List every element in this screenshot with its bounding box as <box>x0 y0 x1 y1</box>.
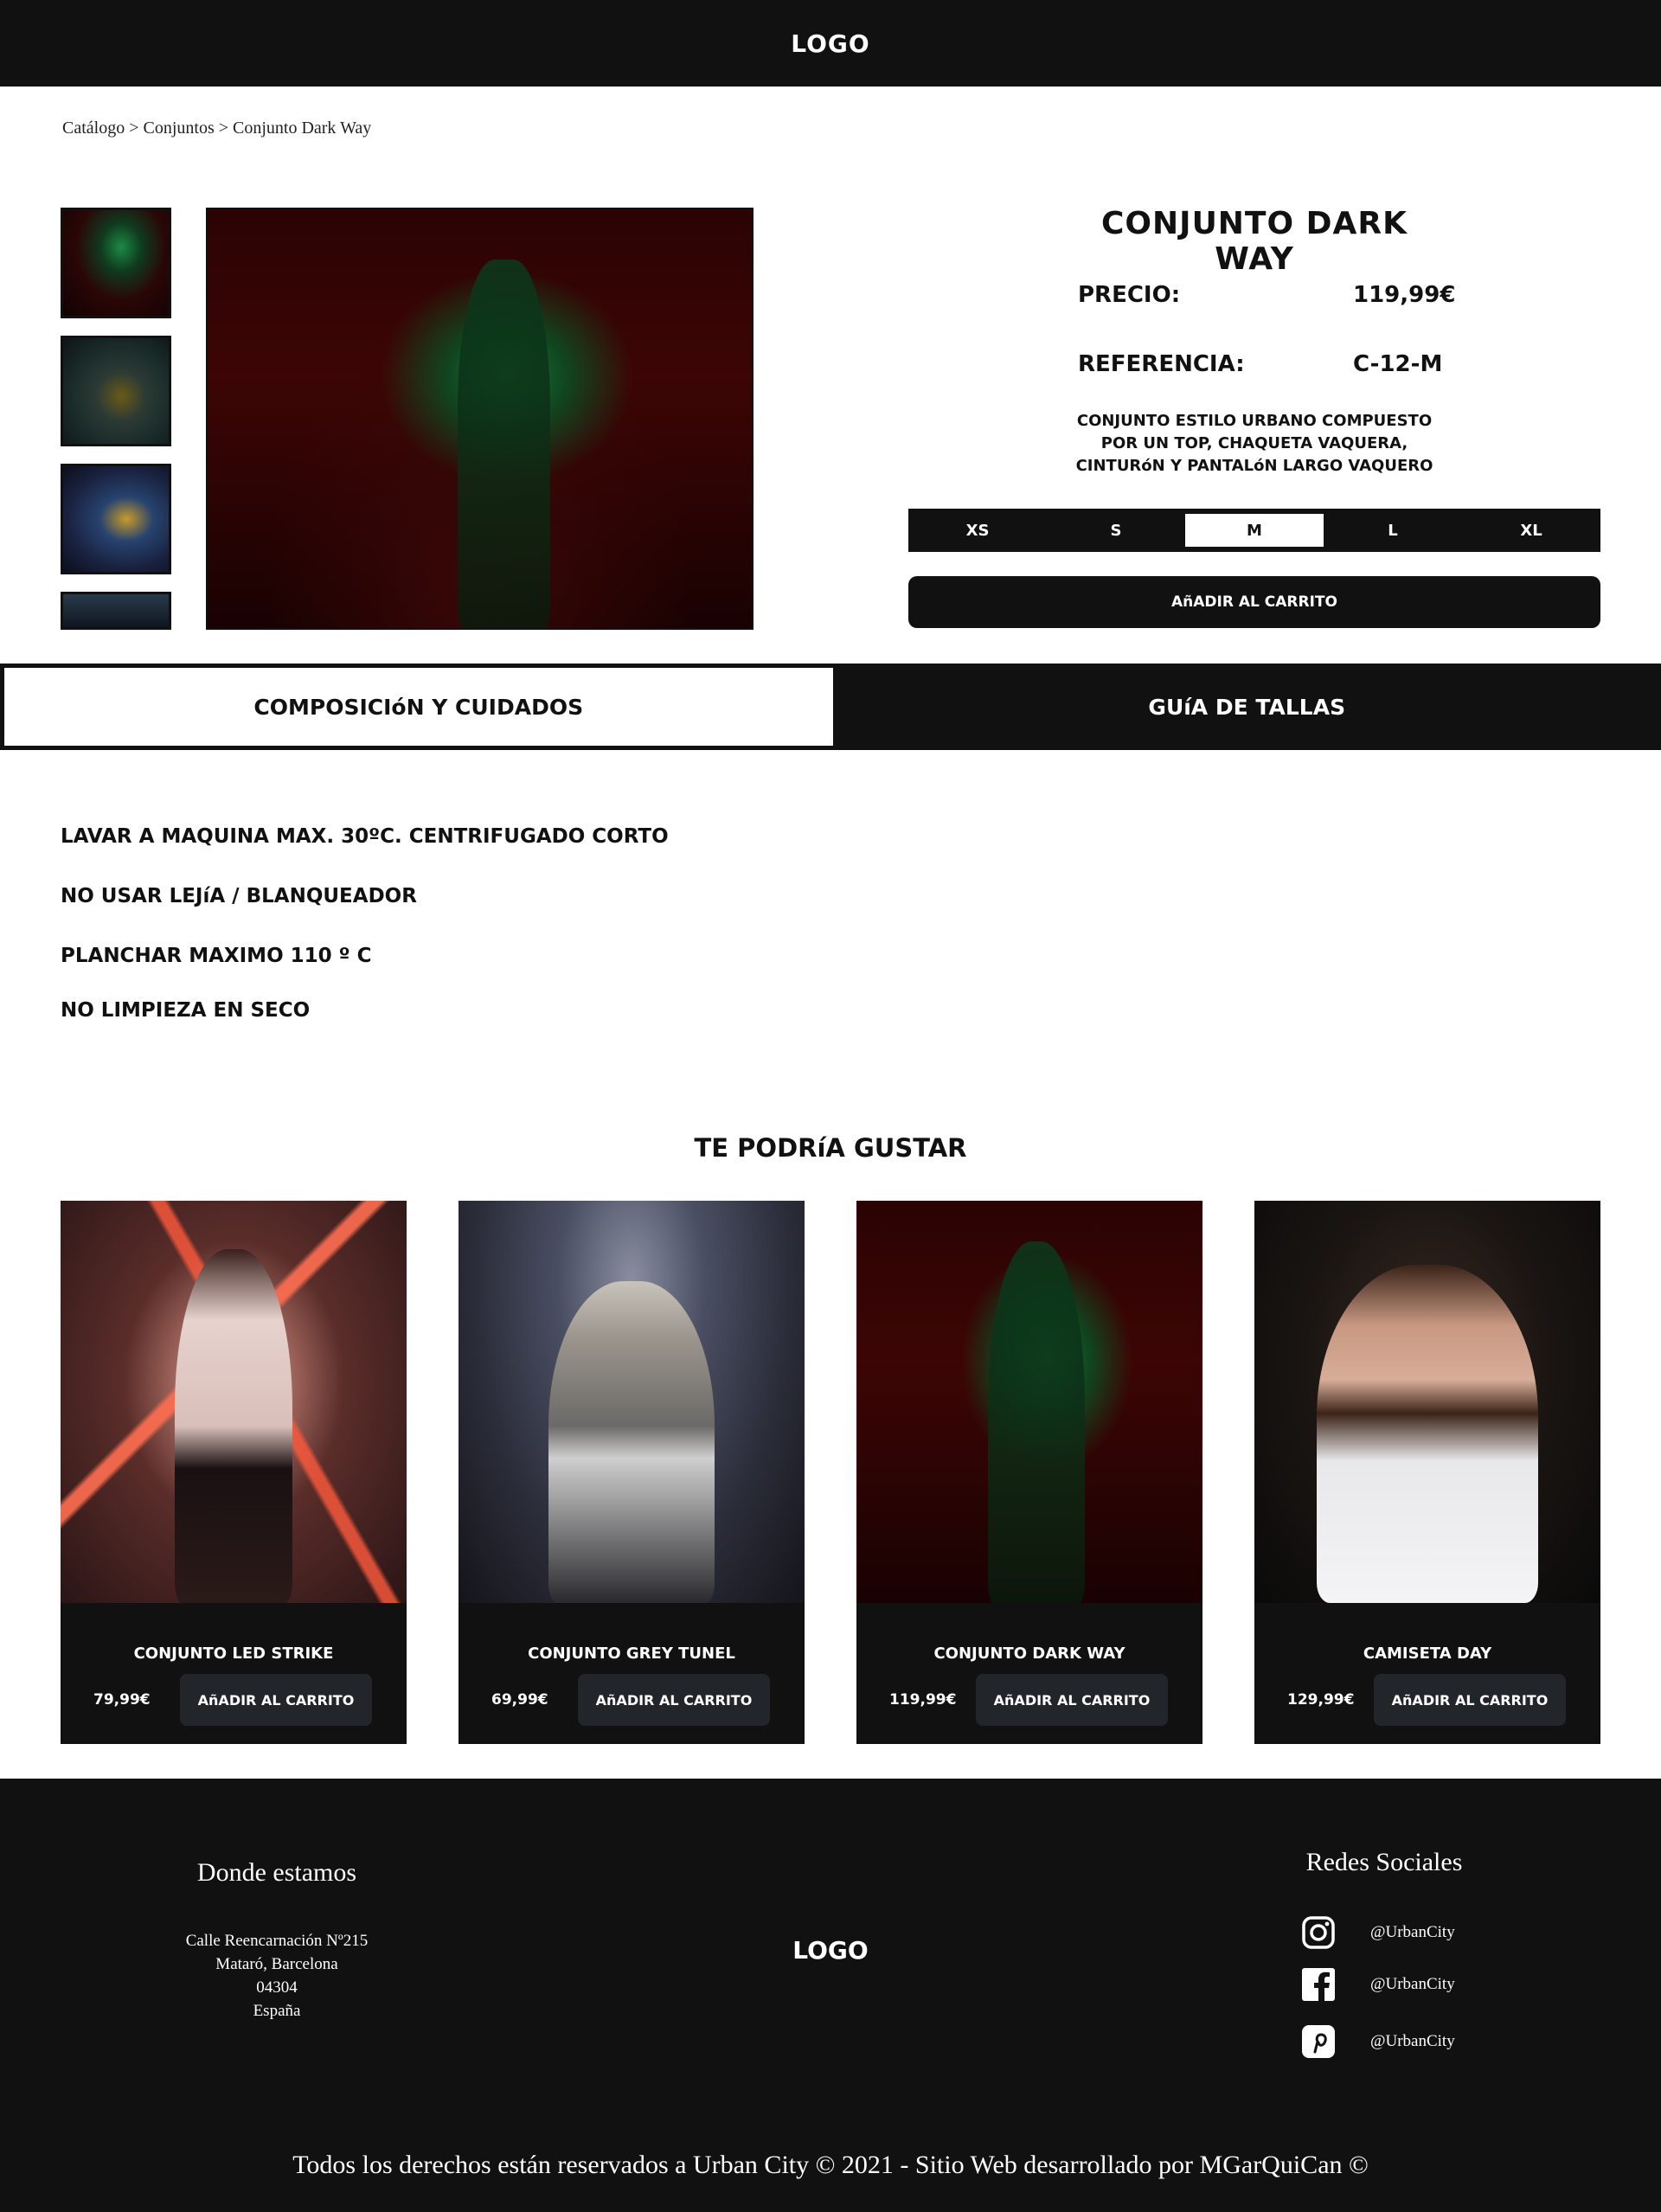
product-card-name[interactable]: CONJUNTO LED STRIKE <box>61 1645 407 1663</box>
top-bar: LOGO <box>0 0 1661 87</box>
product-card[interactable]: CONJUNTO LED STRIKE 79,99€ AñADIR AL CAR… <box>61 1201 407 1744</box>
social-handle[interactable]: @UrbanCity <box>1370 1923 1455 1942</box>
social-link-facebook[interactable]: @UrbanCity <box>1301 1967 1455 2002</box>
copyright: Todos los derechos están reservados a Ur… <box>292 2151 1369 2179</box>
social-handle[interactable]: @UrbanCity <box>1370 1975 1455 1994</box>
product-thumbnail-3[interactable] <box>61 464 171 574</box>
product-card[interactable]: CONJUNTO DARK WAY 119,99€ AñADIR AL CARR… <box>856 1201 1202 1744</box>
care-instruction: NO LIMPIEZA EN SECO <box>61 999 311 1022</box>
description-line: CONJUNTO ESTILO URBANO COMPUESTO <box>1076 412 1433 430</box>
product-card-add-to-cart-button[interactable]: AñADIR AL CARRITO <box>180 1674 372 1726</box>
model-figure <box>175 1248 292 1603</box>
care-instruction: NO USAR LEJíA / BLANQUEADOR <box>61 885 417 907</box>
social-link-pinterest[interactable]: @UrbanCity <box>1301 2024 1455 2059</box>
size-m-button[interactable]: M <box>1185 514 1324 547</box>
product-main-photo <box>206 208 754 630</box>
size-l-button[interactable]: L <box>1324 509 1462 552</box>
social-handle[interactable]: @UrbanCity <box>1370 2032 1455 2051</box>
size-selector: XS S M L XL <box>908 509 1600 552</box>
product-card-name[interactable]: CAMISETA DAY <box>1254 1645 1600 1663</box>
product-thumbnail-1[interactable] <box>61 208 171 318</box>
location-title: Donde estamos <box>196 1858 357 1887</box>
product-thumbnail-4[interactable] <box>61 592 171 630</box>
site-logo[interactable]: LOGO <box>791 29 869 58</box>
care-instruction: LAVAR A MAQUINA MAX. 30ºC. CENTRIFUGADO … <box>61 825 669 848</box>
product-card-name[interactable]: CONJUNTO GREY TUNEL <box>459 1645 805 1663</box>
model-figure <box>548 1281 715 1603</box>
reference-label: REFERENCIA: <box>1078 351 1245 377</box>
product-card-image[interactable] <box>61 1201 407 1603</box>
product-card-add-to-cart-button[interactable]: AñADIR AL CARRITO <box>578 1674 770 1726</box>
tab-composition[interactable]: COMPOSICIóN Y CUIDADOS <box>4 668 833 746</box>
reference-value: C-12-M <box>1353 351 1443 377</box>
description-line: CINTURóN Y PANTALóN LARGO VAQUERO <box>1075 457 1433 475</box>
footer: Donde estamos Calle Reencarnación Nº215 … <box>0 1779 1661 2212</box>
pinterest-icon[interactable] <box>1301 2024 1336 2059</box>
add-to-cart-button[interactable]: AñADIR AL CARRITO <box>908 576 1600 628</box>
price-label: PRECIO: <box>1078 282 1181 308</box>
address-line: España <box>253 2002 301 2020</box>
info-tabs: COMPOSICIóN Y CUIDADOS GUíA DE TALLAS <box>0 664 1661 750</box>
product-card-image[interactable] <box>856 1201 1202 1603</box>
product-card[interactable]: CONJUNTO GREY TUNEL 69,99€ AñADIR AL CAR… <box>459 1201 805 1744</box>
product-title: CONJUNTO DARK WAY <box>1101 206 1408 277</box>
product-card-image[interactable] <box>1254 1201 1600 1603</box>
product-card[interactable]: CAMISETA DAY 129,99€ AñADIR AL CARRITO <box>1254 1201 1600 1744</box>
care-instruction: PLANCHAR MAXIMO 110 º C <box>61 945 372 967</box>
model-figure <box>988 1241 1085 1603</box>
product-card-add-to-cart-button[interactable]: AñADIR AL CARRITO <box>1374 1674 1566 1726</box>
product-thumbnail-2[interactable] <box>61 336 171 446</box>
recommendations-title: TE PODRíA GUSTAR <box>694 1133 967 1163</box>
size-s-button[interactable]: S <box>1047 509 1185 552</box>
size-xl-button[interactable]: XL <box>1462 509 1600 552</box>
social-title: Redes Sociales <box>1305 1848 1463 1876</box>
product-card-price: 69,99€ <box>491 1691 548 1709</box>
product-card-add-to-cart-button[interactable]: AñADIR AL CARRITO <box>976 1674 1168 1726</box>
social-link-instagram[interactable]: @UrbanCity <box>1301 1915 1455 1950</box>
product-card-image[interactable] <box>459 1201 805 1603</box>
instagram-icon[interactable] <box>1301 1915 1336 1950</box>
facebook-icon[interactable] <box>1301 1967 1336 2002</box>
product-card-price: 79,99€ <box>93 1691 151 1709</box>
address-line: 04304 <box>256 1978 298 1997</box>
product-description: CONJUNTO ESTILO URBANO COMPUESTO POR UN … <box>1073 410 1436 478</box>
product-card-price: 129,99€ <box>1287 1691 1355 1709</box>
product-card-name[interactable]: CONJUNTO DARK WAY <box>856 1645 1202 1663</box>
breadcrumb[interactable]: Catálogo > Conjuntos > Conjunto Dark Way <box>62 119 371 138</box>
model-figure <box>458 260 551 628</box>
description-line: POR UN TOP, CHAQUETA VAQUERA, <box>1100 434 1408 452</box>
tab-size-guide[interactable]: GUíA DE TALLAS <box>833 664 1661 750</box>
price-value: 119,99€ <box>1353 282 1456 308</box>
size-xs-button[interactable]: XS <box>908 509 1047 552</box>
model-figure <box>1317 1265 1538 1603</box>
product-card-price: 119,99€ <box>889 1691 957 1709</box>
